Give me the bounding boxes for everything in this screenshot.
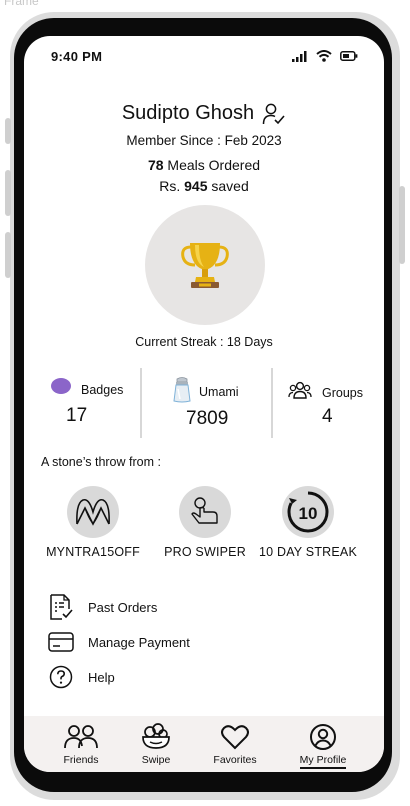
badge-circle [179, 486, 231, 538]
next-badge-label: PRO SWIPER [164, 545, 246, 559]
meals-count: 78 [147, 157, 164, 173]
stat-umami[interactable]: Umami 7809 [164, 368, 274, 438]
status-bar: 9:40 PM [24, 36, 384, 76]
food-bowl-icon [142, 723, 170, 749]
phone-side-button [5, 170, 11, 216]
wifi-icon [316, 50, 332, 62]
signal-icon [292, 50, 307, 62]
phone-side-button [399, 186, 405, 264]
swipe-hand-icon [191, 497, 218, 524]
stat-umami-value: 7809 [186, 408, 229, 429]
profile-name-row: Sudipto Ghosh [24, 102, 384, 125]
phone-side-button [5, 232, 11, 278]
menu-help[interactable]: Help [48, 664, 115, 690]
menu-past-orders[interactable]: Past Orders [48, 594, 157, 620]
member-since: Member Since : Feb 2023 [126, 133, 282, 148]
tab-favorites[interactable]: Favorites [200, 722, 270, 766]
stat-badges-value: 17 [66, 405, 88, 426]
friends-icon [64, 725, 98, 749]
profile-name: Sudipto Ghosh [121, 102, 255, 124]
menu-label: Help [88, 669, 115, 685]
current-streak: Current Streak : 18 Days [135, 335, 273, 349]
next-badge-label: 10 DAY STREAK [258, 545, 357, 559]
status-time: 9:40 PM [51, 49, 103, 64]
next-badges-title: A stone’s throw from : [41, 455, 161, 469]
stat-groups-value: 4 [322, 406, 333, 427]
saved-suffix: saved [207, 178, 249, 194]
people-group-icon [288, 381, 312, 399]
salt-shaker-icon [173, 377, 191, 403]
badge-circle: 10 [282, 486, 334, 538]
screen: 9:40 PM Sudipto Ghosh Member Since: Feb… [24, 36, 384, 772]
stat-badges-label: Badges [81, 383, 124, 397]
user-verified-icon[interactable] [262, 103, 286, 125]
next-badge-myntra[interactable]: MYNTRA15OFF [38, 486, 148, 559]
trophy-icon [181, 243, 229, 288]
tab-label: Friends [63, 754, 99, 766]
stat-divider [140, 368, 142, 438]
purple-ellipse-icon [51, 378, 71, 394]
credit-card-icon [48, 629, 74, 655]
next-badge-label: MYNTRA15OFF [46, 545, 140, 559]
frame-label: Frame [4, 0, 39, 8]
tab-my-profile[interactable]: My Profile [288, 722, 358, 769]
stat-badges[interactable]: Badges 17 [44, 368, 144, 438]
stat-divider [271, 368, 273, 438]
tab-label: Swipe [141, 754, 171, 766]
myntra-logo-icon [76, 498, 110, 526]
menu-manage-payment[interactable]: Manage Payment [48, 629, 190, 655]
badge-circle [67, 486, 119, 538]
question-icon [48, 664, 74, 690]
amount-saved: Rs. 945 saved [24, 178, 384, 194]
menu-label: Manage Payment [88, 634, 190, 650]
stats-row: Badges 17 Umami 7809 Groups 4 [24, 368, 384, 438]
heart-icon [221, 725, 249, 750]
status-icons [292, 50, 358, 62]
battery-icon [340, 51, 358, 61]
phone-side-button [5, 118, 11, 144]
stat-umami-label: Umami [199, 385, 239, 399]
next-badge-pro-swiper[interactable]: PRO SWIPER [150, 486, 260, 559]
stat-groups[interactable]: Groups 4 [286, 368, 376, 438]
profile-icon [310, 724, 336, 750]
next-badge-streak[interactable]: 10 10 DAY STREAK [253, 486, 363, 559]
tab-label: My Profile [299, 754, 347, 769]
bottom-tab-bar: Friends Swipe Favorites My Profile [24, 716, 384, 772]
saved-amount: 945 [184, 178, 208, 194]
streak-badge-number: 10 [299, 504, 318, 523]
tab-label: Favorites [213, 754, 257, 766]
meals-ordered: 78 Meals Ordered [24, 157, 384, 173]
tab-friends[interactable]: Friends [46, 722, 116, 766]
saved-prefix: Rs. [159, 178, 185, 194]
meals-label: Meals Ordered [163, 157, 261, 173]
ten-day-streak-icon: 10 [287, 490, 329, 533]
tab-swipe[interactable]: Swipe [121, 722, 191, 766]
receipt-icon [48, 594, 74, 620]
stat-groups-label: Groups [322, 386, 363, 400]
menu-label: Past Orders [88, 599, 158, 615]
trophy-badge [145, 205, 265, 325]
